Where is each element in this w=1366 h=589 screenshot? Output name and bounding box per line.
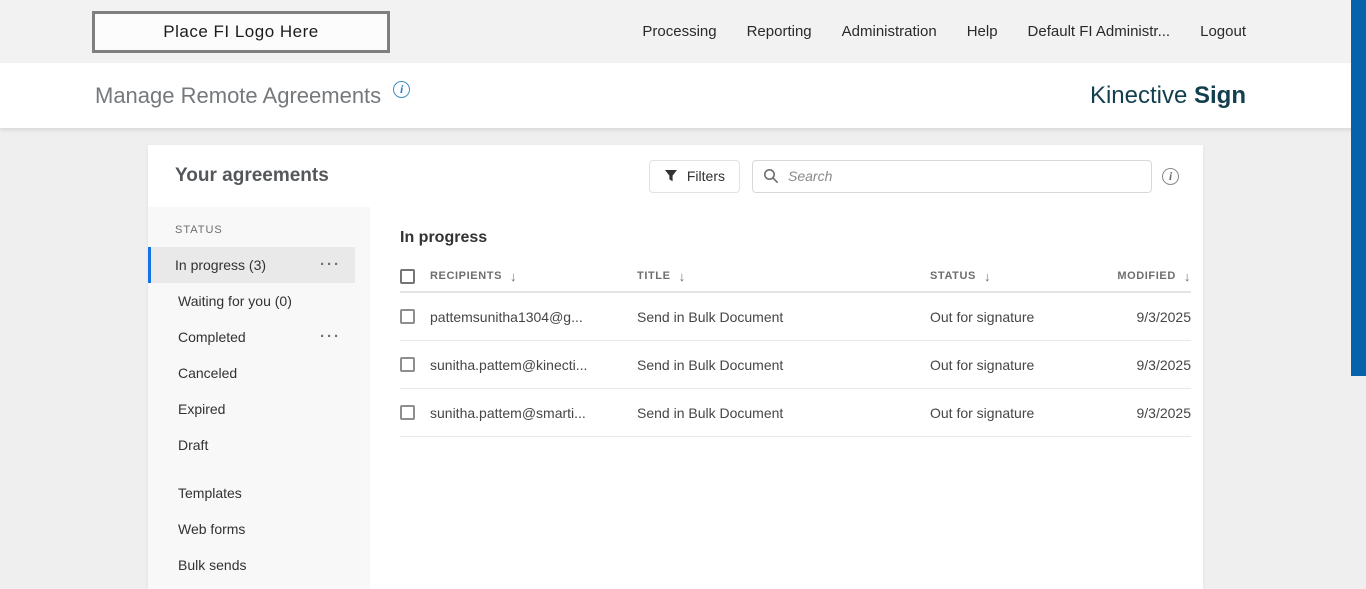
filters-button[interactable]: Filters <box>649 160 740 193</box>
overflow-menu-icon[interactable]: ··· <box>320 332 341 342</box>
search-input[interactable] <box>788 168 1141 184</box>
sidebar-section-label: STATUS <box>148 213 370 247</box>
row-checkbox-cell <box>400 309 430 324</box>
sort-descending-icon[interactable]: ↓ <box>984 269 991 284</box>
table-row[interactable]: sunitha.pattem@smarti... Send in Bulk Do… <box>400 389 1191 437</box>
cell-status: Out for signature <box>930 309 1100 325</box>
nav-item-logout[interactable]: Logout <box>1200 23 1246 40</box>
sidebar-item-completed[interactable]: Completed ··· <box>148 319 355 355</box>
sidebar-item-label: Waiting for you (0) <box>178 293 292 309</box>
row-checkbox[interactable] <box>400 309 415 324</box>
column-header-modified[interactable]: MODIFIED ↓ <box>1100 269 1191 284</box>
row-checkbox[interactable] <box>400 405 415 420</box>
cell-title: Send in Bulk Document <box>637 309 930 325</box>
sidebar-item-label: Templates <box>178 485 242 501</box>
agreements-info-icon[interactable]: i <box>1162 168 1179 185</box>
sidebar-item-draft[interactable]: Draft <box>148 427 355 463</box>
brand-name: Kinective <box>1090 82 1187 109</box>
filter-funnel-icon <box>664 169 678 183</box>
column-header-label: STATUS <box>930 270 976 282</box>
column-header-recipients[interactable]: RECIPIENTS ↓ <box>430 269 637 284</box>
cell-title: Send in Bulk Document <box>637 405 930 421</box>
card-title: Your agreements <box>175 165 329 187</box>
nav-item-current-user[interactable]: Default FI Administr... <box>1028 23 1171 40</box>
sidebar-item-expired[interactable]: Expired <box>148 391 355 427</box>
select-all-checkbox[interactable] <box>400 269 415 284</box>
sidebar-item-label: Web forms <box>178 521 245 537</box>
table-row[interactable]: pattemsunitha1304@g... Send in Bulk Docu… <box>400 293 1191 341</box>
sidebar-item-in-progress[interactable]: In progress (3) ··· <box>148 247 355 283</box>
agreements-card-body: STATUS In progress (3) ··· Waiting for y… <box>148 207 1203 589</box>
row-checkbox[interactable] <box>400 357 415 372</box>
sidebar-item-label: Draft <box>178 437 208 453</box>
row-checkbox-cell <box>400 405 430 420</box>
column-header-label: TITLE <box>637 270 671 282</box>
agreements-table-area: In progress RECIPIENTS ↓ TITLE ↓ STATUS … <box>370 207 1203 589</box>
page-header: Manage Remote Agreements i Kinective Sig… <box>0 63 1366 128</box>
sidebar-item-waiting-for-you[interactable]: Waiting for you (0) <box>148 283 355 319</box>
column-header-status[interactable]: STATUS ↓ <box>930 269 1100 284</box>
nav-item-reporting[interactable]: Reporting <box>747 23 812 40</box>
column-header-label: MODIFIED <box>1117 270 1176 282</box>
page-title-info-icon[interactable]: i <box>393 81 410 98</box>
nav-item-help[interactable]: Help <box>967 23 998 40</box>
cell-status: Out for signature <box>930 357 1100 373</box>
cell-recipients: sunitha.pattem@kinecti... <box>430 357 637 373</box>
column-header-label: RECIPIENTS <box>430 270 502 282</box>
fi-logo-placeholder-label: Place FI Logo Here <box>163 22 318 42</box>
page-title: Manage Remote Agreements i <box>95 83 410 109</box>
sidebar-item-label: Canceled <box>178 365 237 381</box>
sidebar-divider-gap <box>148 463 370 475</box>
cell-modified: 9/3/2025 <box>1100 357 1191 373</box>
page-title-text: Manage Remote Agreements <box>95 83 381 109</box>
filters-button-label: Filters <box>687 168 725 184</box>
sidebar-item-canceled[interactable]: Canceled <box>148 355 355 391</box>
sort-descending-icon[interactable]: ↓ <box>679 269 686 284</box>
sort-descending-icon[interactable]: ↓ <box>1184 269 1191 284</box>
cell-title: Send in Bulk Document <box>637 357 930 373</box>
column-header-title[interactable]: TITLE ↓ <box>637 269 930 284</box>
cell-recipients: sunitha.pattem@smarti... <box>430 405 637 421</box>
nav-item-administration[interactable]: Administration <box>842 23 937 40</box>
agreements-card-header: Your agreements Filters i <box>148 145 1203 207</box>
row-checkbox-cell <box>400 357 430 372</box>
cell-modified: 9/3/2025 <box>1100 309 1191 325</box>
agreements-card: Your agreements Filters i STATUS In prog… <box>148 145 1203 589</box>
top-navigation-bar: Place FI Logo Here Processing Reporting … <box>0 0 1366 63</box>
sidebar-item-bulk-sends[interactable]: Bulk sends <box>148 547 355 583</box>
sidebar-item-label: Expired <box>178 401 225 417</box>
cell-recipients: pattemsunitha1304@g... <box>430 309 637 325</box>
status-sidebar: STATUS In progress (3) ··· Waiting for y… <box>148 207 370 589</box>
table-header-row: RECIPIENTS ↓ TITLE ↓ STATUS ↓ MODIFIED ↓ <box>400 261 1191 293</box>
sort-descending-icon[interactable]: ↓ <box>510 269 517 284</box>
cell-status: Out for signature <box>930 405 1100 421</box>
sidebar-item-templates[interactable]: Templates <box>148 475 355 511</box>
nav-item-processing[interactable]: Processing <box>642 23 716 40</box>
fi-logo-placeholder: Place FI Logo Here <box>92 11 390 53</box>
table-row[interactable]: sunitha.pattem@kinecti... Send in Bulk D… <box>400 341 1191 389</box>
overflow-menu-icon[interactable]: ··· <box>320 260 341 270</box>
vertical-scrollbar-thumb[interactable] <box>1351 0 1366 376</box>
brand-product: Sign <box>1194 82 1246 109</box>
sidebar-item-label: Completed <box>178 329 246 345</box>
sidebar-item-label: Bulk sends <box>178 557 246 573</box>
sidebar-item-label: In progress (3) <box>175 257 266 273</box>
cell-modified: 9/3/2025 <box>1100 405 1191 421</box>
brand-logo: Kinective Sign <box>1090 82 1246 110</box>
sidebar-item-web-forms[interactable]: Web forms <box>148 511 355 547</box>
header-checkbox-cell <box>400 269 430 284</box>
nav-links: Processing Reporting Administration Help… <box>642 23 1246 40</box>
search-box <box>752 160 1152 193</box>
table-section-title: In progress <box>400 229 1191 247</box>
search-icon <box>763 168 779 184</box>
